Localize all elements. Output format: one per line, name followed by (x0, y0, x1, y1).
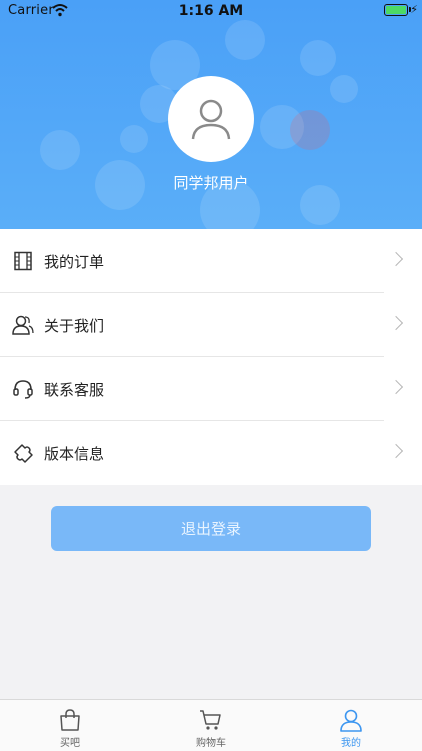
decorative-circle (290, 110, 330, 150)
menu-item-label: 联系客服 (44, 380, 105, 399)
puzzle-icon (11, 441, 35, 465)
film-icon (11, 249, 35, 273)
user-avatar-icon (191, 99, 231, 140)
chevron-right-icon (388, 315, 404, 331)
username: 同学邦用户 (173, 174, 249, 192)
decorative-circle (300, 40, 336, 76)
tab-buy[interactable]: 买吧 (30, 700, 110, 751)
chevron-right-icon (388, 251, 404, 267)
status-bar: Carrier 1:16 AM ⚡ (0, 0, 422, 22)
menu-item-orders[interactable]: 我的订单 (0, 229, 422, 293)
decorative-circle (225, 20, 265, 60)
chevron-right-icon (388, 443, 404, 459)
tab-cart[interactable]: 购物车 (171, 700, 251, 751)
headset-icon (11, 377, 35, 401)
shopping-bag-icon (60, 709, 80, 731)
decorative-circle (330, 75, 358, 103)
profile-header: Carrier 1:16 AM ⚡ 同学邦用户 (0, 0, 422, 229)
users-icon (11, 313, 35, 337)
menu-item-support[interactable]: 联系客服 (0, 357, 422, 421)
menu-item-version[interactable]: 版本信息 (0, 421, 422, 485)
status-time: 1:16 AM (178, 3, 244, 19)
charging-icon: ⚡ (410, 3, 418, 16)
tab-mine[interactable]: 我的 (311, 700, 391, 751)
menu-list: 我的订单 关于我们 联系客服 版本信息 (0, 229, 422, 485)
tab-label: 购物车 (196, 738, 226, 749)
tab-label: 我的 (341, 738, 361, 749)
battery-icon (384, 4, 408, 16)
tab-bar: 买吧 购物车 我的 (0, 699, 422, 751)
logout-button[interactable]: 退出登录 (51, 506, 371, 551)
user-icon (340, 709, 362, 732)
menu-item-label: 我的订单 (44, 252, 105, 271)
menu-item-label: 关于我们 (44, 316, 105, 335)
menu-item-label: 版本信息 (44, 444, 105, 463)
cart-icon (200, 710, 221, 730)
decorative-circle (40, 130, 80, 170)
chevron-right-icon (388, 379, 404, 395)
avatar[interactable] (168, 76, 254, 162)
tab-label: 买吧 (60, 738, 80, 749)
decorative-circle (120, 125, 148, 153)
menu-item-about[interactable]: 关于我们 (0, 293, 422, 357)
